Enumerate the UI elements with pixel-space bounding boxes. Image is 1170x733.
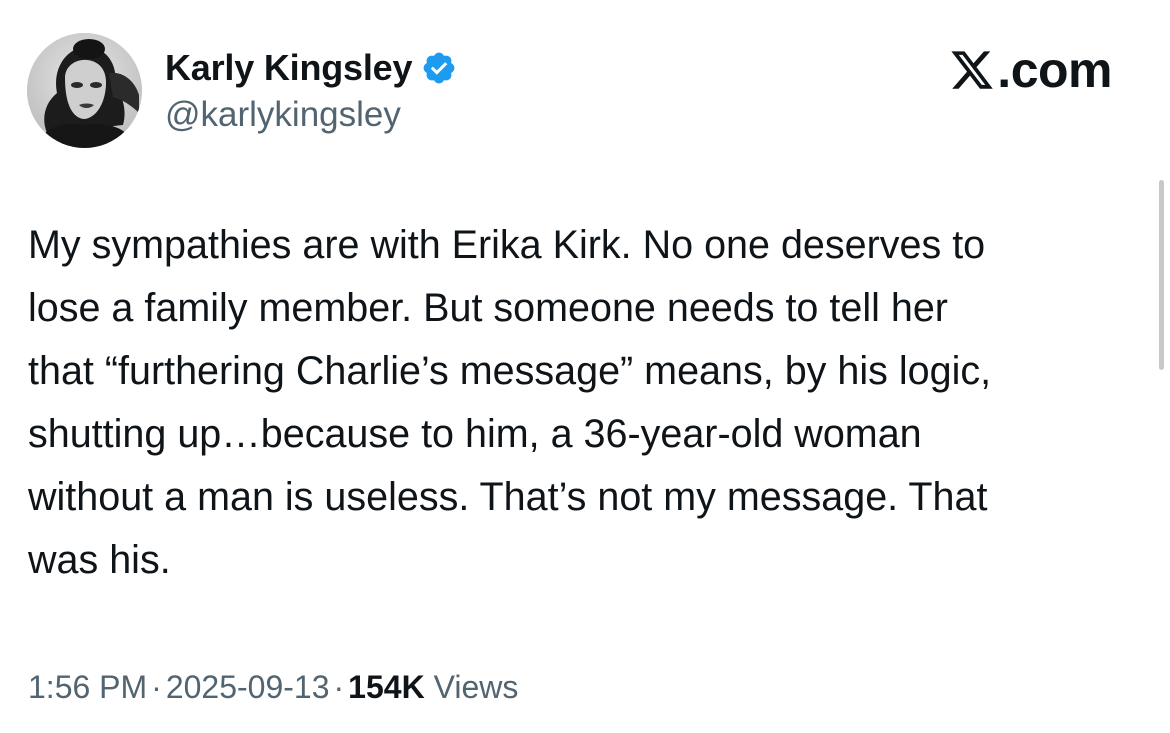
tweet-date[interactable]: 2025-09-13 — [166, 669, 330, 705]
tweet-text-line: that “furthering Charlie’s message” mean… — [28, 349, 992, 393]
tweet-card: Karly Kingsley @karlykingsley .com My sy… — [0, 0, 1170, 733]
tweet-time[interactable]: 1:56 PM — [28, 669, 147, 705]
brand-domain-text: .com — [997, 42, 1112, 98]
meta-separator: · — [151, 669, 162, 705]
tweet-text-line: shutting up…because to him, a 36-year-ol… — [28, 412, 922, 456]
tweet-text-line: My sympathies are with Erika Kirk. No on… — [28, 223, 986, 267]
meta-separator: · — [333, 669, 345, 705]
avatar-image — [27, 33, 142, 148]
tweet-text-line: lose a family member. But someone needs … — [28, 286, 948, 330]
x-logo-icon — [949, 47, 995, 93]
views-count[interactable]: 154K — [348, 669, 425, 705]
tweet-text-line: without a man is useless. That’s not my … — [28, 475, 988, 519]
views-label[interactable]: Views — [434, 669, 519, 705]
scrollbar[interactable] — [1159, 180, 1164, 370]
tweet-text-line: was his. — [28, 538, 171, 582]
author-handle[interactable]: @karlykingsley — [165, 95, 401, 135]
author-name-row[interactable]: Karly Kingsley — [165, 44, 457, 92]
tweet-text: My sympathies are with Erika Kirk. No on… — [28, 214, 1148, 592]
brand-watermark: .com — [949, 40, 1112, 100]
tweet-metadata: 1:56 PM · 2025-09-13 · 154K Views — [28, 665, 518, 709]
verified-badge-icon — [421, 50, 457, 86]
avatar[interactable] — [27, 33, 142, 148]
author-display-name[interactable]: Karly Kingsley — [165, 47, 413, 89]
